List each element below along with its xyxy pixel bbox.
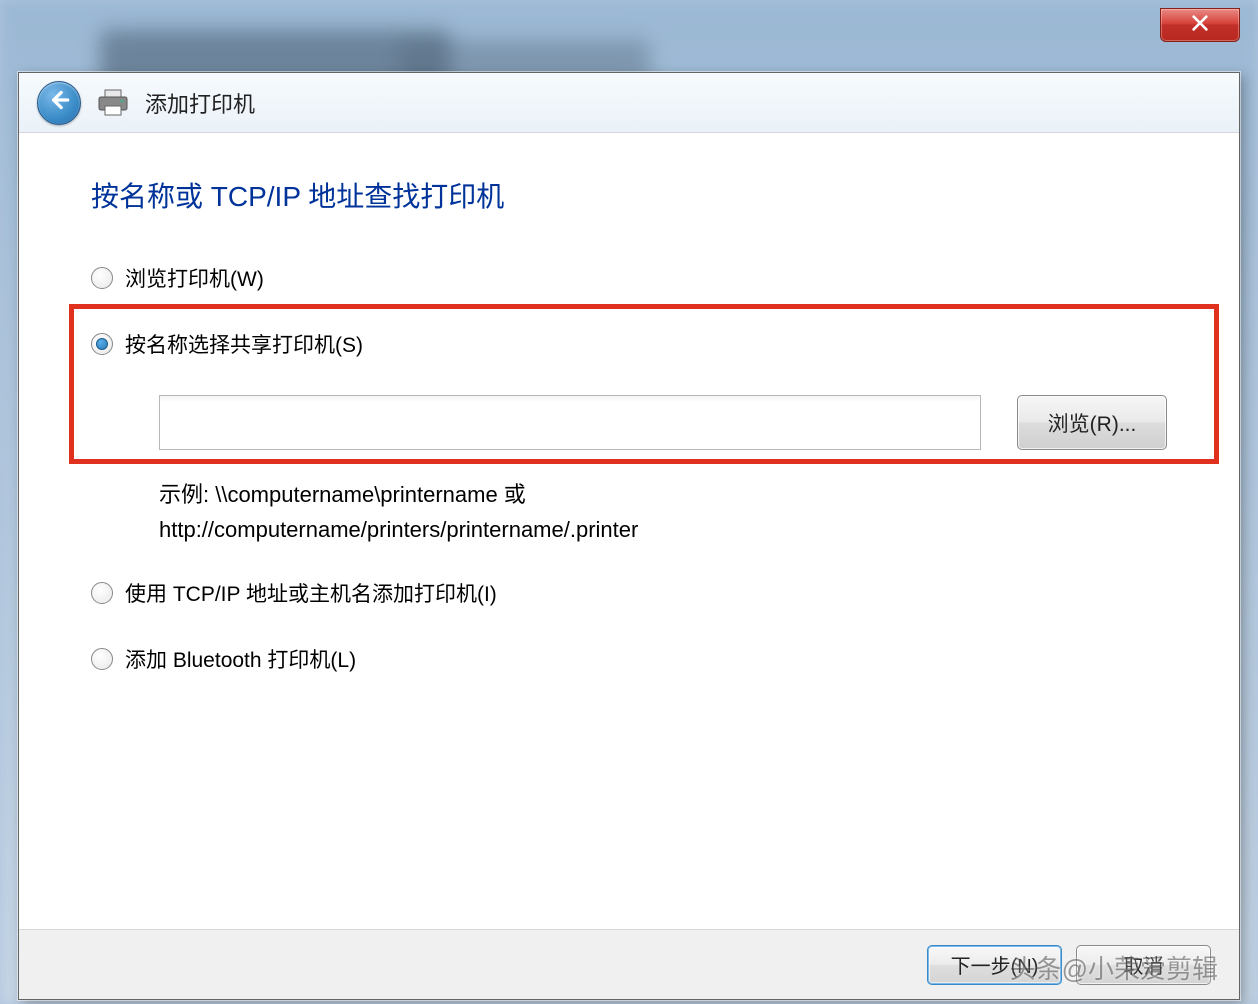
radio-label: 浏览打印机(W) [125,263,264,293]
printer-icon [95,88,131,118]
radio-share-by-name[interactable]: 按名称选择共享打印机(S) [91,329,1167,359]
dialog-body: 按名称或 TCP/IP 地址查找打印机 浏览打印机(W) 按名称选择共享打印机(… [19,133,1239,929]
radio-label: 使用 TCP/IP 地址或主机名添加打印机(I) [125,578,497,608]
radio-icon [91,582,113,604]
radio-tcpip[interactable]: 使用 TCP/IP 地址或主机名添加打印机(I) [91,578,1167,608]
close-icon [1189,12,1211,39]
radio-icon [91,648,113,670]
example-text: 示例: \\computername\printername 或 http://… [159,478,1167,546]
example-line-1: 示例: \\computername\printername 或 [159,478,1167,511]
radio-icon [91,267,113,289]
add-printer-dialog: 添加打印机 按名称或 TCP/IP 地址查找打印机 浏览打印机(W) 按名称选择… [18,72,1240,1000]
window-close-button[interactable] [1160,8,1240,42]
dialog-title: 添加打印机 [145,87,255,119]
radio-label: 添加 Bluetooth 打印机(L) [125,644,356,674]
radio-browse-printers[interactable]: 浏览打印机(W) [91,263,1167,293]
example-line-2: http://computername/printers/printername… [159,513,1167,546]
arrow-left-icon [46,87,72,118]
radio-icon-selected [91,333,113,355]
watermark: 头条@小荣爱剪辑 [1010,949,1218,986]
radio-label: 按名称选择共享打印机(S) [125,329,363,359]
printer-name-input[interactable] [159,395,981,450]
share-input-row: 浏览(R)... [159,395,1167,450]
share-printer-section: 按名称选择共享打印机(S) 浏览(R)... 示例: \\computernam… [91,329,1167,546]
dialog-header: 添加打印机 [19,73,1239,133]
radio-bluetooth[interactable]: 添加 Bluetooth 打印机(L) [91,644,1167,674]
main-heading: 按名称或 TCP/IP 地址查找打印机 [91,175,1167,215]
browse-button[interactable]: 浏览(R)... [1017,395,1167,450]
back-button[interactable] [37,81,81,125]
